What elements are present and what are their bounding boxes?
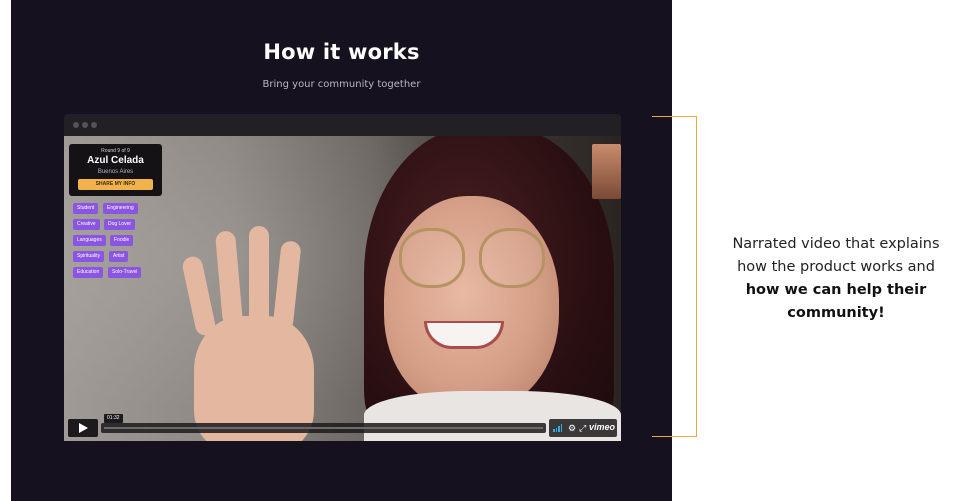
share-my-info-button[interactable]: SHARE MY INFO <box>78 179 153 190</box>
page: How it works Bring your community togeth… <box>0 0 980 501</box>
glasses-right-lens <box>479 228 545 288</box>
glasses-left-lens <box>399 228 465 288</box>
browser-window-mockup: Round 9 of 9 Azul Celada Buenos Aires SH… <box>64 114 621 441</box>
annotation-line: Narrated video that explains <box>732 236 940 252</box>
window-dot-icon <box>91 122 97 128</box>
annotation-text: Narrated video that explains how the pro… <box>712 233 960 325</box>
player-controls: 01:32 ⚙ ⤢ vimeo <box>68 414 617 437</box>
interest-tag: Dog Lover <box>104 219 136 230</box>
video-person-face <box>384 196 559 411</box>
fullscreen-icon[interactable]: ⤢ <box>579 423 586 433</box>
player-right-controls: ⚙ ⤢ vimeo <box>549 419 617 437</box>
browser-title-bar <box>64 114 621 136</box>
finger <box>249 226 269 326</box>
interest-tag: Education <box>73 267 104 278</box>
annotation-line-bold: community! <box>787 305 885 321</box>
interest-tag: Artist <box>109 251 129 262</box>
annotation-line: how the product works and <box>737 259 935 275</box>
interest-tag: Foodie <box>110 235 134 246</box>
participant-name: Azul Celada <box>87 155 144 166</box>
section-subtitle: Bring your community together <box>262 79 421 90</box>
playback-time: 01:32 <box>104 414 123 423</box>
settings-gear-icon[interactable]: ⚙ <box>568 423 576 433</box>
section-title: How it works <box>263 40 420 64</box>
how-it-works-panel: How it works Bring your community togeth… <box>11 0 672 501</box>
self-view-thumbnail <box>592 144 621 199</box>
window-dot-icon <box>82 122 88 128</box>
play-button[interactable] <box>68 419 98 437</box>
participant-city: Buenos Aires <box>97 169 134 175</box>
interest-tag: Spirituality <box>73 251 105 262</box>
interest-tag: Solo-Travel <box>108 267 142 278</box>
video-player[interactable]: Round 9 of 9 Azul Celada Buenos Aires SH… <box>64 136 621 441</box>
window-dot-icon <box>73 122 79 128</box>
interest-tag: Languages <box>73 235 106 246</box>
annotation-line-bold: how we can help their <box>745 282 927 298</box>
participant-card: Round 9 of 9 Azul Celada Buenos Aires SH… <box>69 144 162 196</box>
volume-icon[interactable] <box>553 424 563 432</box>
interest-tag: Engineering <box>103 203 138 214</box>
interest-tag: Creative <box>73 219 100 230</box>
annotation-bracket <box>652 116 697 437</box>
round-counter: Round 9 of 9 <box>101 148 130 154</box>
vimeo-logo[interactable]: vimeo <box>589 422 615 433</box>
progress-bar[interactable] <box>101 423 546 433</box>
interest-tag: Student <box>73 203 99 214</box>
progress-track <box>104 427 543 429</box>
